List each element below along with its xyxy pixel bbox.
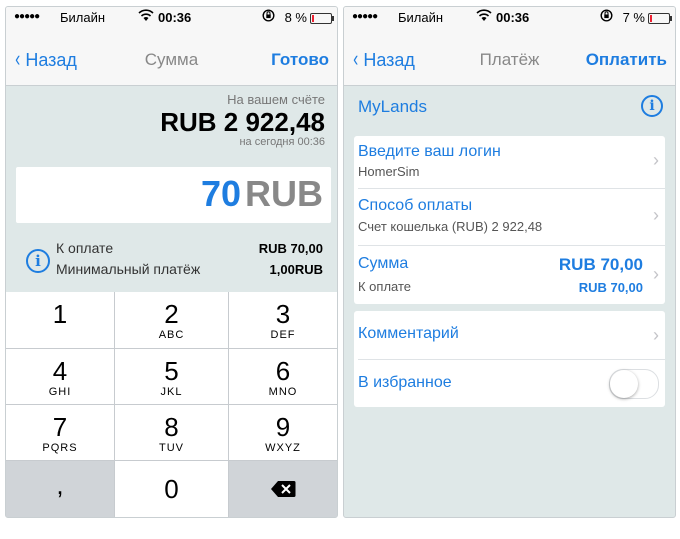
rotation-lock-icon [600, 9, 613, 25]
login-row[interactable]: Введите ваш логин HomerSim › [354, 136, 665, 188]
key-digit: 1 [52, 299, 68, 329]
amount-screen: ●●●●● Билайн 00:36 8 % ‹ Назад Сумма Гото… [5, 6, 338, 518]
key-letters: MNO [268, 386, 298, 398]
merchant-name: MyLands [358, 97, 427, 116]
amount-currency: RUB [245, 173, 323, 214]
key-comma[interactable]: , [6, 461, 114, 517]
key-8[interactable]: 8 TUV [115, 405, 228, 460]
key-digit: , [56, 470, 64, 500]
navigation-bar: ‹ Назад Платёж Оплатить [344, 29, 675, 86]
key-digit: 6 [275, 356, 291, 386]
wifi-icon [476, 8, 492, 25]
battery-icon [648, 13, 672, 24]
min-payment-value: 1,00RUB [269, 262, 323, 277]
comment-row[interactable]: Комментарий › [354, 311, 665, 359]
wifi-icon [138, 8, 154, 25]
numeric-keypad: 1 2 ABC 3 DEF 4 GHI 5 JKL 6 MNO 7 PQRS 8 [6, 292, 337, 517]
status-bar: ●●●●● Билайн 00:36 8 % [6, 7, 337, 29]
key-letters: ABC [158, 329, 185, 341]
key-letters: TUV [159, 442, 184, 454]
key-digit: 9 [275, 412, 291, 442]
info-icon[interactable]: i [641, 95, 663, 117]
min-payment-label: Минимальный платёж [56, 261, 201, 277]
key-digit: 7 [52, 412, 68, 442]
sum-row[interactable]: Сумма RUB 70,00 К оплате RUB 70,00 › [354, 246, 665, 304]
sum-sub-label: К оплате [358, 279, 412, 294]
sum-sub-value: RUB 70,00 [578, 280, 643, 295]
favorite-toggle[interactable] [609, 369, 659, 399]
chevron-right-icon: › [653, 150, 659, 170]
done-button[interactable]: Готово [271, 50, 329, 70]
key-7[interactable]: 7 PQRS [6, 405, 114, 460]
carrier-label: Билайн [60, 10, 106, 25]
balance-date: на сегодня 00:36 [239, 136, 325, 148]
backspace-key[interactable] [229, 461, 337, 517]
to-pay-label: К оплате [56, 240, 114, 256]
key-letters: PQRS [42, 442, 78, 454]
key-4[interactable]: 4 GHI [6, 349, 114, 404]
key-digit: 2 [164, 299, 179, 329]
pay-button[interactable]: Оплатить [586, 50, 667, 70]
status-bar: ●●●●● Билайн 00:36 7 % [344, 7, 675, 29]
payment-method-title: Способ оплаты [358, 197, 473, 214]
amount-input[interactable]: 70 RUB [16, 167, 331, 223]
key-5[interactable]: 5 JKL [115, 349, 228, 404]
sum-title: Сумма [358, 255, 409, 272]
key-letters: DEF [270, 329, 296, 341]
key-0[interactable]: 0 [115, 461, 228, 517]
key-letters: WXYZ [265, 442, 301, 454]
favorite-label: В избранное [358, 374, 452, 391]
battery-percent: 7 % [622, 10, 645, 25]
login-title: Введите ваш логин [358, 143, 501, 160]
chevron-right-icon: › [653, 264, 659, 284]
payment-method-value: Счет кошелька (RUB) 2 922,48 [358, 219, 543, 234]
payment-screen: ●●●●● Билайн 00:36 7 % ‹ Назад Платёж Опл… [343, 6, 676, 518]
key-digit: 3 [275, 299, 291, 329]
payment-method-row[interactable]: Способ оплаты Счет кошелька (RUB) 2 922,… [354, 189, 665, 245]
favorite-row: В избранное [354, 360, 665, 407]
backspace-icon [271, 481, 296, 497]
key-6[interactable]: 6 MNO [229, 349, 337, 404]
sum-amount: RUB 70,00 [558, 255, 643, 274]
key-digit: 8 [164, 412, 179, 442]
payment-details-card: Введите ваш логин HomerSim › Способ опла… [354, 136, 665, 304]
signal-icon: ●●●●● [14, 11, 40, 22]
key-3[interactable]: 3 DEF [229, 292, 337, 348]
extras-card: Комментарий › В избранное [354, 311, 665, 407]
clock: 00:36 [158, 10, 192, 25]
comment-title: Комментарий [358, 325, 459, 342]
info-icon[interactable]: i [26, 249, 50, 273]
clock: 00:36 [496, 10, 530, 25]
key-digit: 4 [52, 356, 68, 386]
amount-number: 70 [200, 173, 241, 214]
balance-caption: На вашем счёте [227, 92, 325, 107]
key-2[interactable]: 2 ABC [115, 292, 228, 348]
key-letters: GHI [48, 386, 72, 398]
key-9[interactable]: 9 WXYZ [229, 405, 337, 460]
signal-icon: ●●●●● [352, 11, 378, 22]
key-1[interactable]: 1 [6, 292, 114, 348]
carrier-label: Билайн [398, 10, 444, 25]
key-digit: 0 [164, 474, 179, 504]
key-letters: JKL [160, 386, 183, 398]
toggle-knob [610, 370, 638, 398]
key-digit: 5 [164, 356, 179, 386]
battery-icon [310, 13, 334, 24]
battery-percent: 8 % [284, 10, 307, 25]
navigation-bar: ‹ Назад Сумма Готово [6, 29, 337, 86]
chevron-right-icon: › [653, 205, 659, 225]
rotation-lock-icon [262, 9, 275, 25]
to-pay-value: RUB 70,00 [258, 241, 323, 256]
login-value: HomerSim [358, 164, 420, 179]
balance-value: RUB 2 922,48 [160, 107, 325, 137]
chevron-right-icon: › [653, 325, 659, 345]
